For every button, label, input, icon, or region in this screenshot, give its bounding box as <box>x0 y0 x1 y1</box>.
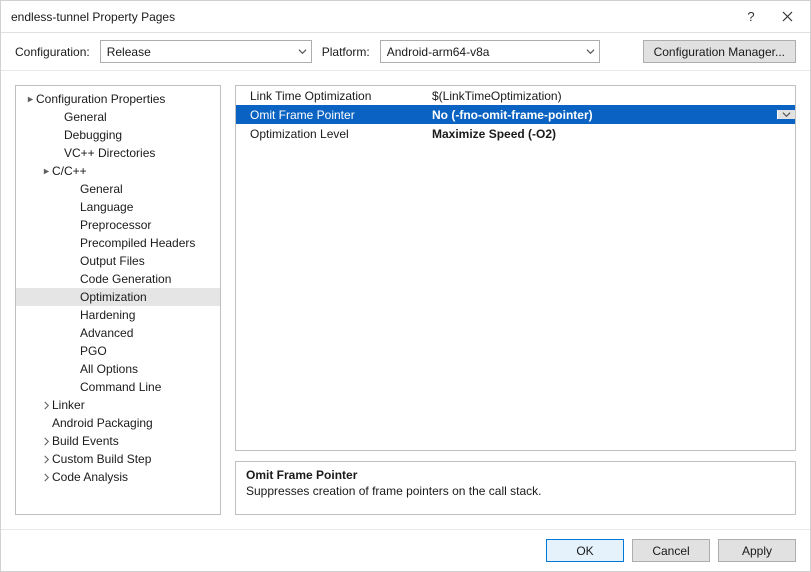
tree-item-label: General <box>80 182 123 196</box>
tree-item[interactable]: Hardening <box>16 306 220 324</box>
apply-button[interactable]: Apply <box>718 539 796 562</box>
right-pane: Link Time Optimization$(LinkTimeOptimiza… <box>235 85 796 515</box>
tree-c-cpp[interactable]: C/C++ <box>16 162 220 180</box>
platform-label: Platform: <box>322 45 370 59</box>
tree-item[interactable]: General <box>16 180 220 198</box>
tree-item-label: Configuration Properties <box>36 92 165 106</box>
tree-item-label: VC++ Directories <box>64 146 155 160</box>
description-text: Suppresses creation of frame pointers on… <box>246 484 785 498</box>
footer: OK Cancel Apply <box>1 529 810 571</box>
configuration-dropdown[interactable]: Release <box>100 40 312 63</box>
tree: Configuration Properties General Debugging… <box>16 90 220 486</box>
grid-property-name: Link Time Optimization <box>236 89 428 103</box>
grid-property-value: Maximize Speed (-O2) <box>428 127 777 141</box>
configuration-value: Release <box>107 45 151 59</box>
tree-item[interactable]: Preprocessor <box>16 216 220 234</box>
tree-glyph-icon <box>40 455 52 464</box>
tree-item[interactable]: Code Generation <box>16 270 220 288</box>
tree-item[interactable]: Command Line <box>16 378 220 396</box>
tree-item-label: Command Line <box>80 380 161 394</box>
tree-item[interactable]: PGO <box>16 342 220 360</box>
tree-item-label: Precompiled Headers <box>80 236 195 250</box>
chevron-down-icon <box>586 45 595 59</box>
tree-glyph-icon <box>40 437 52 446</box>
configuration-manager-button[interactable]: Configuration Manager... <box>643 40 796 63</box>
grid-property-value: No (-fno-omit-frame-pointer) <box>428 108 777 122</box>
tree-item-label: Code Generation <box>80 272 171 286</box>
tree-item[interactable]: Code Analysis <box>16 468 220 486</box>
tree-item[interactable]: Debugging <box>16 126 220 144</box>
tree-item[interactable]: General <box>16 108 220 126</box>
description-box: Omit Frame Pointer Suppresses creation o… <box>235 461 796 515</box>
tree-item-label: General <box>64 110 107 124</box>
tree-item-label: Linker <box>52 398 85 412</box>
tree-pane[interactable]: Configuration Properties General Debugging… <box>15 85 221 515</box>
grid-dropdown-button[interactable] <box>777 110 795 119</box>
tree-item[interactable]: Build Events <box>16 432 220 450</box>
tree-glyph-icon <box>40 401 52 410</box>
tree-item-label: Build Events <box>52 434 119 448</box>
title-controls: ? <box>742 8 804 26</box>
tree-item-label: All Options <box>80 362 138 376</box>
grid-property-name: Optimization Level <box>236 127 428 141</box>
tree-glyph-icon <box>24 95 36 104</box>
window-title: endless-tunnel Property Pages <box>11 10 742 24</box>
tree-item-label: Custom Build Step <box>52 452 151 466</box>
grid-row[interactable]: Link Time Optimization$(LinkTimeOptimiza… <box>236 86 795 105</box>
tree-item-label: Advanced <box>80 326 133 340</box>
body: Configuration Properties General Debugging… <box>1 71 810 529</box>
tree-item-label: C/C++ <box>52 164 87 178</box>
configuration-label: Configuration: <box>15 45 90 59</box>
tree-item[interactable]: Language <box>16 198 220 216</box>
tree-item[interactable]: Optimization <box>16 288 220 306</box>
tree-item[interactable]: Output Files <box>16 252 220 270</box>
tree-item[interactable]: Custom Build Step <box>16 450 220 468</box>
tree-item-label: Output Files <box>80 254 145 268</box>
description-title: Omit Frame Pointer <box>246 468 785 482</box>
tree-item-label: Hardening <box>80 308 135 322</box>
tree-glyph-icon <box>40 167 52 176</box>
tree-item-label: Code Analysis <box>52 470 128 484</box>
titlebar: endless-tunnel Property Pages ? <box>1 1 810 33</box>
platform-dropdown[interactable]: Android-arm64-v8a <box>380 40 600 63</box>
tree-item-label: Android Packaging <box>52 416 153 430</box>
tree-item[interactable]: Precompiled Headers <box>16 234 220 252</box>
tree-item-label: Language <box>80 200 133 214</box>
platform-value: Android-arm64-v8a <box>387 45 490 59</box>
help-button[interactable]: ? <box>742 8 760 26</box>
grid-row[interactable]: Optimization LevelMaximize Speed (-O2) <box>236 124 795 143</box>
property-pages-window: endless-tunnel Property Pages ? Configur… <box>0 0 811 572</box>
grid-property-name: Omit Frame Pointer <box>236 108 428 122</box>
tree-item-label: PGO <box>80 344 107 358</box>
tree-item-label: Optimization <box>80 290 147 304</box>
tree-item[interactable]: Advanced <box>16 324 220 342</box>
close-button[interactable] <box>778 8 796 26</box>
tree-glyph-icon <box>40 473 52 482</box>
ok-button[interactable]: OK <box>546 539 624 562</box>
grid-row[interactable]: Omit Frame PointerNo (-fno-omit-frame-po… <box>236 105 795 124</box>
grid-property-value: $(LinkTimeOptimization) <box>428 89 777 103</box>
tree-item[interactable]: VC++ Directories <box>16 144 220 162</box>
tree-item-label: Debugging <box>64 128 122 142</box>
close-icon <box>782 11 793 22</box>
chevron-down-icon <box>298 45 307 59</box>
cancel-button[interactable]: Cancel <box>632 539 710 562</box>
property-grid[interactable]: Link Time Optimization$(LinkTimeOptimiza… <box>235 85 796 451</box>
tree-configuration-properties[interactable]: Configuration Properties <box>16 90 220 108</box>
tree-item-label: Preprocessor <box>80 218 151 232</box>
tree-item[interactable]: Android Packaging <box>16 414 220 432</box>
tree-item[interactable]: All Options <box>16 360 220 378</box>
toolbar: Configuration: Release Platform: Android… <box>1 33 810 71</box>
tree-item[interactable]: Linker <box>16 396 220 414</box>
